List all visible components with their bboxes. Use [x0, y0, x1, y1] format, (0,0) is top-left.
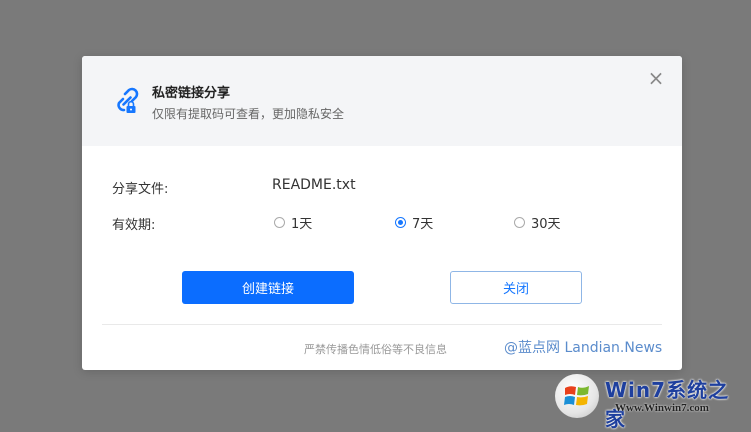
radio-selected-icon[interactable]: [395, 216, 406, 228]
radio-icon[interactable]: [514, 216, 525, 228]
dialog-header: 私密链接分享 仅限有提取码可查看，更加隐私安全 ×: [82, 56, 682, 146]
file-name: README.txt: [272, 177, 356, 193]
windows-logo-icon: [555, 374, 599, 418]
create-link-button[interactable]: 创建链接: [182, 271, 354, 304]
close-icon[interactable]: ×: [646, 68, 666, 88]
site-brand: Win7系统之家 Www.Winwin7.com: [553, 372, 743, 431]
share-link-dialog: 私密链接分享 仅限有提取码可查看，更加隐私安全 × 分享文件: README.t…: [82, 56, 682, 370]
brand-url: Www.Winwin7.com: [615, 402, 709, 414]
validity-option-30days[interactable]: 30天: [514, 214, 561, 232]
dialog-title: 私密链接分享: [152, 86, 231, 101]
validity-option-1day[interactable]: 1天: [274, 214, 313, 232]
option-label: 1天: [291, 216, 313, 232]
file-label: 分享文件:: [112, 182, 169, 197]
footer-note: 严禁传播色情低俗等不良信息: [304, 343, 447, 356]
close-button[interactable]: 关闭: [450, 271, 582, 304]
link-lock-icon: [117, 87, 139, 113]
validity-option-7days[interactable]: 7天: [395, 214, 434, 232]
dialog-subtitle: 仅限有提取码可查看，更加隐私安全: [152, 107, 345, 121]
watermark-text: @蓝点网 Landian.News: [504, 340, 663, 356]
radio-icon[interactable]: [274, 216, 285, 228]
divider: [102, 324, 662, 325]
validity-label: 有效期:: [112, 218, 156, 233]
option-label: 7天: [412, 216, 434, 232]
option-label: 30天: [531, 216, 561, 232]
